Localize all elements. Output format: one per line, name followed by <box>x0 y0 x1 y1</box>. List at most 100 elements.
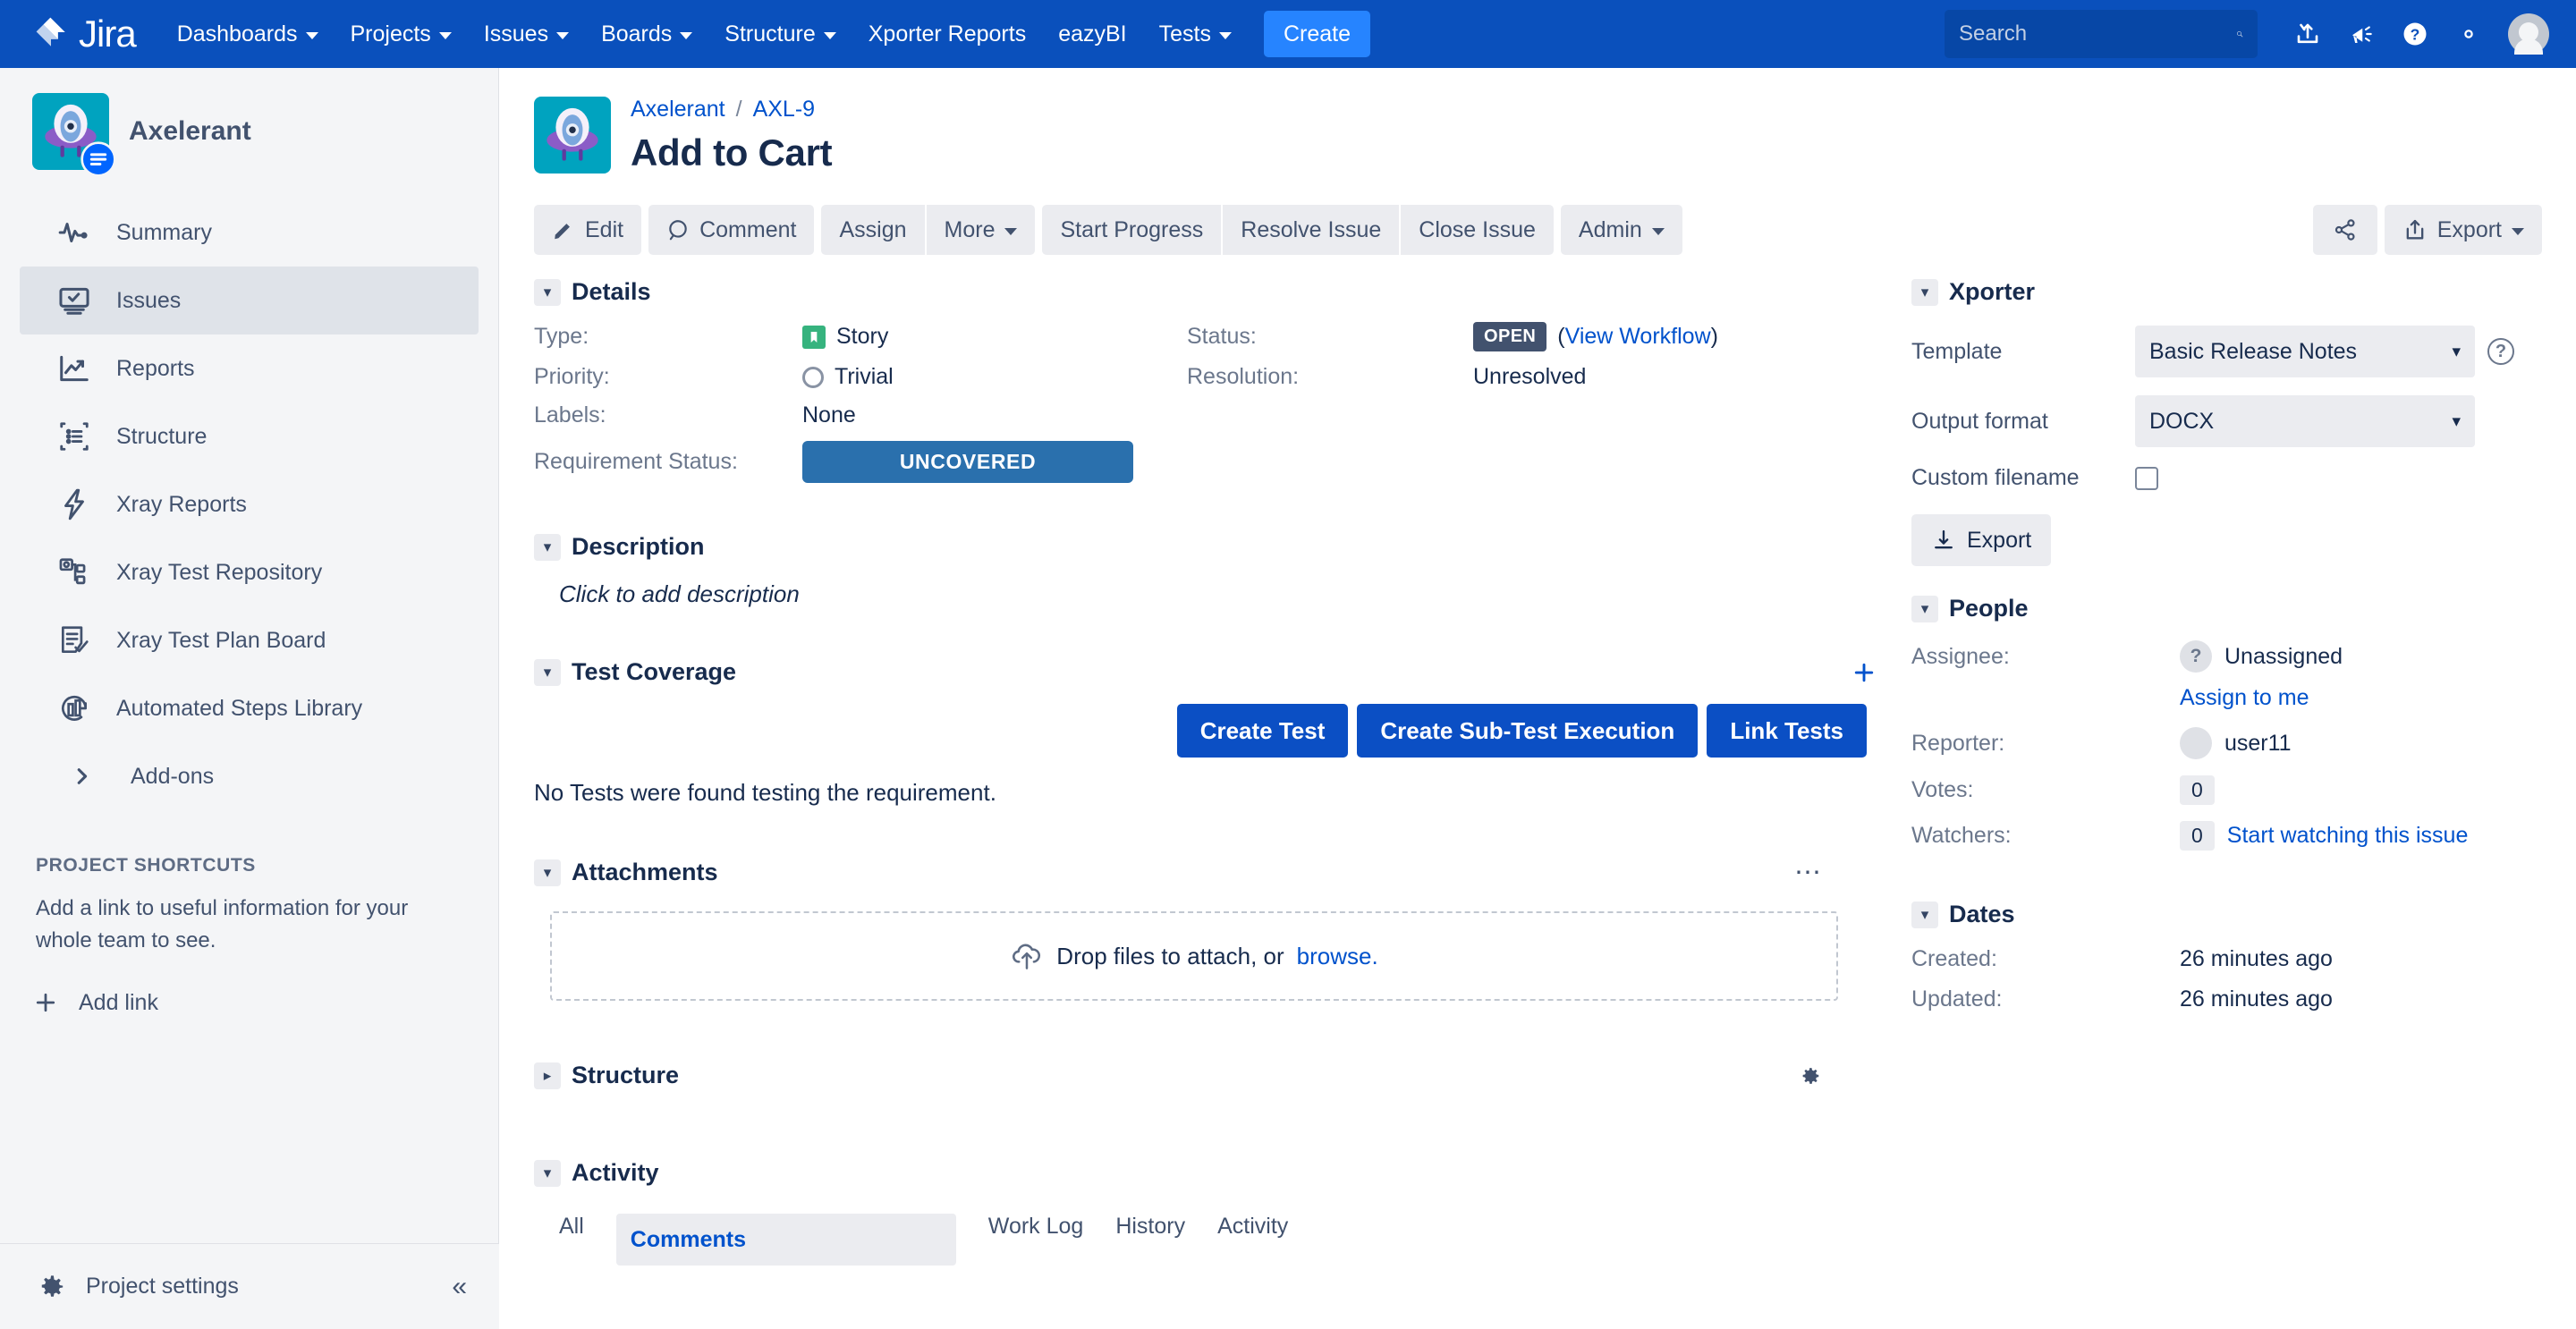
labels-value: None <box>802 402 856 427</box>
chevron-down-icon[interactable]: ▾ <box>1911 278 1938 306</box>
project-settings-label[interactable]: Project settings <box>86 1274 239 1299</box>
nav-item-issues[interactable]: Issues <box>468 0 585 68</box>
close-issue-button[interactable]: Close Issue <box>1401 205 1554 255</box>
share-button[interactable] <box>2312 205 2377 255</box>
breadcrumb-project-link[interactable]: Axelerant <box>631 97 725 123</box>
tab-comments[interactable]: Comments <box>615 1214 956 1266</box>
gear-icon[interactable] <box>32 1270 66 1304</box>
jira-logo[interactable]: Jira <box>32 15 137 53</box>
tab-history[interactable]: History <box>1115 1214 1185 1266</box>
import-icon[interactable] <box>2283 9 2333 59</box>
search-input[interactable] <box>1959 21 2236 47</box>
assign-more-group: Assign More <box>821 205 1036 255</box>
breadcrumb-issue-key-link[interactable]: AXL-9 <box>753 97 815 123</box>
create-button[interactable]: Create <box>1264 11 1371 57</box>
nav-item-tests[interactable]: Tests <box>1143 0 1248 68</box>
priority-label: Priority: <box>534 364 610 389</box>
template-select[interactable]: Basic Release Notes ▾ <box>2135 326 2475 377</box>
attachment-dropzone[interactable]: Drop files to attach, or browse. <box>550 911 1838 1001</box>
description-placeholder[interactable]: Click to add description <box>559 580 1877 608</box>
question-circle-icon[interactable]: ? <box>2487 338 2514 365</box>
sidebar-item-issues[interactable]: Issues <box>20 267 479 334</box>
resolve-issue-button[interactable]: Resolve Issue <box>1223 205 1400 255</box>
megaphone-icon[interactable] <box>2336 9 2386 59</box>
create-test-button[interactable]: Create Test <box>1176 704 1349 758</box>
nav-item-projects[interactable]: Projects <box>335 0 468 68</box>
people-section-title: People <box>1949 595 2029 622</box>
xporter-export-button[interactable]: Export <box>1911 514 2052 566</box>
toolbar-right-group: Export <box>2312 205 2542 255</box>
comment-button[interactable]: Comment <box>648 205 815 255</box>
project-header[interactable]: Axelerant <box>0 68 498 195</box>
nav-item-structure[interactable]: Structure <box>708 0 852 68</box>
help-icon[interactable]: ? <box>2390 9 2440 59</box>
structure-settings-button[interactable] <box>1797 1062 1824 1089</box>
chevron-down-icon[interactable]: ▾ <box>534 278 561 306</box>
output-format-select[interactable]: DOCX ▾ <box>2135 395 2475 447</box>
requirement-status-badge: UNCOVERED <box>802 441 1133 483</box>
add-test-coverage-button[interactable] <box>1851 659 1877 686</box>
gear-icon <box>1802 1067 1819 1084</box>
nav-label: Issues <box>483 21 549 47</box>
view-workflow-link[interactable]: View Workflow <box>1565 324 1711 350</box>
more-button[interactable]: More <box>926 205 1036 255</box>
chevron-down-icon[interactable]: ▾ <box>1911 901 1938 928</box>
template-value: Basic Release Notes <box>2149 338 2358 364</box>
double-chevron-left-icon[interactable]: « <box>452 1272 467 1302</box>
sidebar-item-label: Structure <box>116 423 208 449</box>
add-link-button[interactable]: Add link <box>32 989 498 1016</box>
tab-activity[interactable]: Activity <box>1217 1214 1288 1266</box>
nav-item-boards[interactable]: Boards <box>585 0 708 68</box>
tab-work-log[interactable]: Work Log <box>988 1214 1084 1266</box>
sidebar-item-add-ons[interactable]: Add-ons <box>20 742 479 810</box>
sidebar-item-xray-test-repository[interactable]: Xray Test Repository <box>20 538 479 606</box>
sidebar-item-xray-reports[interactable]: Xray Reports <box>20 470 479 538</box>
ellipsis-icon[interactable]: ⋯ <box>1794 857 1824 888</box>
test-plan-icon <box>55 622 93 659</box>
watchers-label: Watchers: <box>1911 823 2012 848</box>
nav-item-dashboards[interactable]: Dashboards <box>161 0 335 68</box>
create-sub-test-execution-button[interactable]: Create Sub-Test Execution <box>1357 704 1699 758</box>
type-text: Story <box>836 324 889 349</box>
sidebar-item-xray-test-plan-board[interactable]: Xray Test Plan Board <box>20 606 479 674</box>
admin-button[interactable]: Admin <box>1560 205 1682 255</box>
edit-button[interactable]: Edit <box>534 205 642 255</box>
export-label: Export <box>2436 216 2502 242</box>
export-button[interactable]: Export <box>2384 205 2542 255</box>
browse-link[interactable]: browse. <box>1297 943 1378 970</box>
link-tests-button[interactable]: Link Tests <box>1707 704 1867 758</box>
priority-value: Trivial <box>802 364 1187 390</box>
profile-avatar[interactable] <box>2508 13 2549 55</box>
sidebar-item-label: Reports <box>116 355 195 381</box>
assign-to-me-link[interactable]: Assign to me <box>2180 685 2504 711</box>
sidebar-item-structure[interactable]: Structure <box>20 402 479 470</box>
nav-label: Structure <box>724 21 816 47</box>
nav-item-eazybi[interactable]: eazyBI <box>1042 0 1142 68</box>
start-progress-button[interactable]: Start Progress <box>1042 205 1222 255</box>
sidebar-item-reports[interactable]: Reports <box>20 334 479 402</box>
start-watching-link[interactable]: Start watching this issue <box>2227 823 2469 849</box>
chevron-down-icon[interactable]: ▾ <box>534 1159 561 1187</box>
nav-right-group: ? <box>1945 9 2549 59</box>
reporter-text: user11 <box>2224 730 2292 756</box>
sidebar-item-automated-steps-library[interactable]: Automated Steps Library <box>20 674 479 742</box>
chevron-down-icon[interactable]: ▾ <box>534 533 561 561</box>
nav-label: eazyBI <box>1058 21 1127 47</box>
created-value: 26 minutes ago <box>2180 946 2333 971</box>
chevron-down-icon[interactable]: ▾ <box>1911 595 1938 622</box>
assignee-text: Unassigned <box>2224 643 2343 669</box>
search-box[interactable] <box>1945 10 2258 58</box>
test-coverage-section-title: Test Coverage <box>572 658 737 685</box>
svg-text:?: ? <box>2411 25 2420 43</box>
description-section-header: ▾ Description <box>534 533 1877 561</box>
chevron-down-icon[interactable]: ▾ <box>534 859 561 886</box>
sidebar-item-summary[interactable]: Summary <box>20 199 479 267</box>
chevron-right-icon[interactable]: ▸ <box>534 1062 561 1089</box>
chevron-down-icon[interactable]: ▾ <box>534 658 561 686</box>
settings-icon[interactable] <box>2444 9 2494 59</box>
tab-all[interactable]: All <box>559 1214 584 1266</box>
custom-filename-checkbox[interactable] <box>2135 466 2158 490</box>
nav-item-xporter-reports[interactable]: Xporter Reports <box>852 0 1042 68</box>
sidebar-item-label: Automated Steps Library <box>116 695 363 721</box>
assign-button[interactable]: Assign <box>821 205 925 255</box>
